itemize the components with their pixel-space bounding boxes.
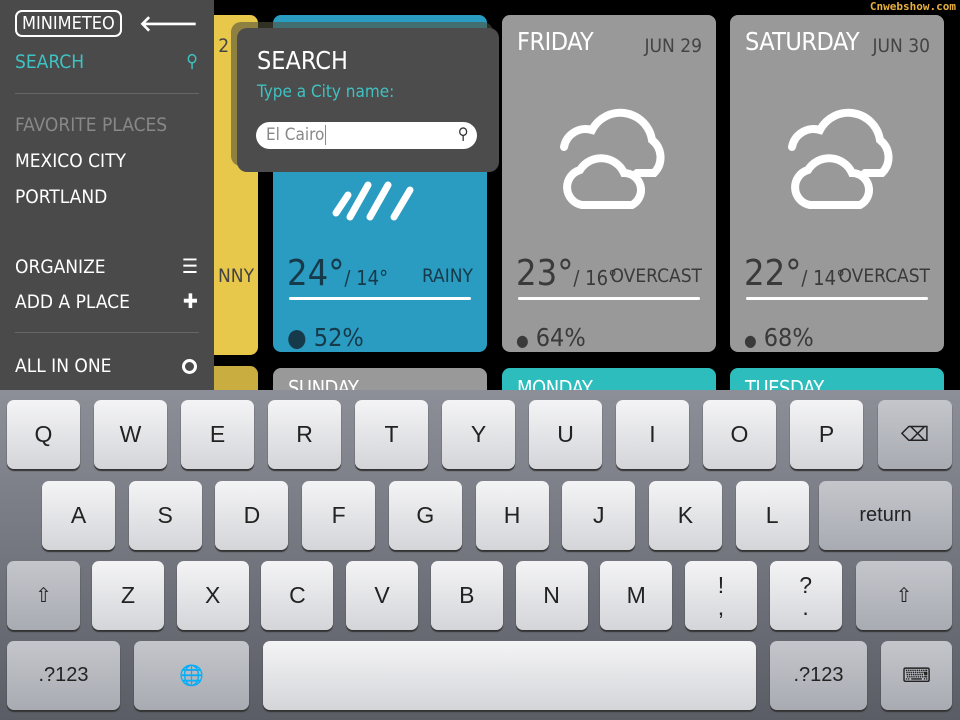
space-key[interactable] <box>263 641 756 710</box>
sidebar-item-organize[interactable]: ORGANIZE <box>15 256 106 278</box>
hide-keyboard-key[interactable]: ⌨ <box>881 641 952 710</box>
app-logo: MINIMETEO <box>15 10 122 37</box>
numbers-key[interactable]: .?123 <box>7 641 120 710</box>
key-h[interactable]: H <box>475 481 549 550</box>
key-o[interactable]: O <box>703 400 776 469</box>
weather-card-friday[interactable]: FRIDAY JUN 29 23°/ 16° OVERCAST ● 64% <box>502 15 716 352</box>
card-day: FRIDAY <box>517 27 594 56</box>
card-condition: OVERCAST <box>838 265 930 287</box>
sidebar: MINIMETEO 🡐 SEARCH ⚲ FAVORITE PLACES MEX… <box>0 0 214 390</box>
cloud-icon <box>788 108 893 209</box>
sidebar-item-portland[interactable]: PORTLAND <box>15 186 107 208</box>
backspace-key[interactable]: ⌫ <box>878 400 952 469</box>
key-n[interactable]: N <box>515 561 588 630</box>
key-question-period[interactable]: ? . <box>769 561 842 630</box>
high-temp: 24° <box>287 253 345 294</box>
key-s[interactable]: S <box>128 481 202 550</box>
key-f[interactable]: F <box>302 481 376 550</box>
key-w[interactable]: W <box>94 400 167 469</box>
weather-card-saturday[interactable]: SATURDAY JUN 30 22°/ 14° OVERCAST ● 68% <box>730 15 944 352</box>
divider <box>15 93 199 94</box>
key-l[interactable]: L <box>735 481 809 550</box>
globe-icon: 🌐 <box>179 665 204 687</box>
sidebar-item-add-place[interactable]: ADD A PLACE <box>15 291 130 313</box>
drop-icon: ● <box>744 331 757 350</box>
search-icon[interactable]: ⚲ <box>186 51 198 72</box>
card-condition: NNY <box>218 265 255 287</box>
humidity: 64% <box>535 323 586 352</box>
shift-icon: ⇧ <box>895 585 913 607</box>
backspace-icon: ⌫ <box>900 424 930 446</box>
cloud-icon <box>560 108 665 209</box>
sidebar-item-all-in-one[interactable]: ALL IN ONE <box>15 355 111 377</box>
city-search-input[interactable]: El Cairo ⚲ <box>256 122 477 149</box>
key-d[interactable]: D <box>215 481 289 550</box>
key-t[interactable]: T <box>355 400 428 469</box>
card-condition: OVERCAST <box>610 265 702 287</box>
key-y[interactable]: Y <box>442 400 515 469</box>
key-b[interactable]: B <box>430 561 503 630</box>
favorites-heading: FAVORITE PLACES <box>15 114 168 136</box>
humidity: 68% <box>763 323 814 352</box>
drop-icon: ● <box>287 323 307 352</box>
drop-icon: ● <box>516 331 529 350</box>
on-screen-keyboard: Q W E R T Y U I O P ⌫ A S D F G H J K Lreturn ⇧ Z X C V B N M! ,? .… <box>0 390 960 720</box>
key-c[interactable]: C <box>261 561 334 630</box>
key-v[interactable]: V <box>346 561 419 630</box>
card-condition: RAINY <box>421 265 473 287</box>
key-r[interactable]: R <box>268 400 341 469</box>
sidebar-item-mexico-city[interactable]: MEXICO CITY <box>15 150 126 172</box>
watermark: Cnwebshow.com <box>869 0 956 13</box>
key-p[interactable]: P <box>790 400 863 469</box>
sidebar-item-search[interactable]: SEARCH <box>15 51 84 73</box>
key-u[interactable]: U <box>529 400 602 469</box>
key-q[interactable]: Q <box>7 400 80 469</box>
divider <box>15 332 199 333</box>
globe-key[interactable]: 🌐 <box>134 641 249 710</box>
key-g[interactable]: G <box>388 481 462 550</box>
popup-label: Type a City name: <box>257 82 395 102</box>
key-exclaim-comma[interactable]: ! , <box>684 561 757 630</box>
divider <box>518 297 700 300</box>
divider <box>746 297 928 300</box>
shift-key-right[interactable]: ⇧ <box>856 561 952 630</box>
shift-icon: ⇧ <box>35 585 52 607</box>
search-popup: SEARCH Type a City name: El Cairo ⚲ <box>237 28 499 172</box>
input-value: El Cairo <box>266 125 327 145</box>
key-i[interactable]: I <box>616 400 689 469</box>
high-temp: 23° <box>516 253 574 294</box>
humidity: 52% <box>313 323 364 352</box>
keyboard-icon: ⌨ <box>902 665 931 687</box>
rain-icon <box>332 181 414 221</box>
key-e[interactable]: E <box>181 400 254 469</box>
key-j[interactable]: J <box>562 481 636 550</box>
key-a[interactable]: A <box>42 481 115 550</box>
plus-icon[interactable]: ✚ <box>183 289 198 313</box>
key-z[interactable]: Z <box>92 561 164 630</box>
return-key[interactable]: return <box>819 481 952 550</box>
key-m[interactable]: M <box>600 561 673 630</box>
card-date: JUN 29 <box>644 35 702 57</box>
key-x[interactable]: X <box>176 561 249 630</box>
shift-key[interactable]: ⇧ <box>7 561 80 630</box>
card-day: SATURDAY <box>745 27 860 56</box>
back-arrow-icon[interactable]: 🡐 <box>139 11 198 37</box>
low-temp: / 14° <box>344 266 389 290</box>
high-temp: 22° <box>744 253 802 294</box>
search-icon[interactable]: ⚲ <box>458 124 469 143</box>
divider <box>289 297 471 300</box>
key-k[interactable]: K <box>648 481 722 550</box>
menu-icon[interactable]: ☰ <box>182 254 198 278</box>
card-date: JUN 30 <box>872 35 930 57</box>
popup-title: SEARCH <box>257 46 348 75</box>
circle-icon[interactable] <box>182 359 197 374</box>
numbers-key-right[interactable]: .?123 <box>770 641 867 710</box>
